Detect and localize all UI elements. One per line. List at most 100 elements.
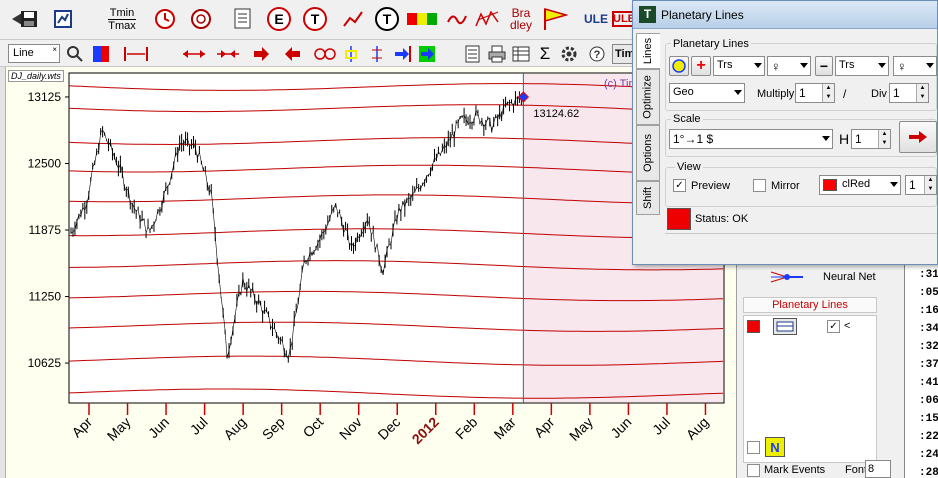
svg-text:T: T [311, 11, 320, 27]
x-tick-label: Aug [683, 414, 712, 443]
objects-list[interactable] [743, 315, 877, 463]
wave-button[interactable] [442, 4, 472, 34]
tab-shift[interactable]: Shift [636, 181, 660, 215]
time-list-item[interactable]: :05 [919, 287, 938, 299]
div-spinner[interactable]: 1 ▲ ▼ [889, 83, 929, 103]
mark-events-checkbox[interactable] [747, 464, 760, 477]
font-size-spinner[interactable]: 8 [865, 460, 891, 478]
planet2-aspect-select[interactable]: ♀ [893, 56, 937, 76]
line-type-combo[interactable]: Line × [8, 44, 60, 63]
print-preview-button[interactable] [462, 43, 484, 65]
multiply-spinner[interactable]: 1 ▲ ▼ [795, 83, 835, 103]
price-chart[interactable]: 13124.62 (c) Tim 13125 12500 11875 11250 10625… [6, 67, 736, 478]
line-width-spinner[interactable]: 1 ▲ ▼ [905, 175, 937, 195]
preview-checkbox[interactable]: ✓ [673, 179, 686, 192]
ephemeris-button[interactable]: E [264, 4, 294, 34]
div-label: Div [871, 88, 887, 100]
x-tick-label: Nov [336, 414, 365, 443]
h-label: H [839, 131, 850, 147]
subtract-button[interactable]: − [815, 56, 833, 76]
time-list[interactable]: :31 :05 :16 :34 :32 :37 :41 :06 :15 :22 :24 :28 [904, 265, 938, 478]
zoom-button[interactable] [64, 43, 86, 65]
zigzag-button[interactable] [472, 4, 502, 34]
trend-button[interactable] [338, 4, 368, 34]
chart-canvas[interactable]: 13124.62(c) Tim1312512500118751125010625… [6, 67, 736, 478]
green-marker-button[interactable] [416, 43, 438, 65]
right-edge-button[interactable] [392, 43, 414, 65]
arrow-right-button[interactable] [250, 43, 272, 65]
time-list-item[interactable]: :15 [919, 413, 938, 425]
time-list-item[interactable]: :22 [919, 431, 938, 443]
inward-arrows-button[interactable] [214, 43, 242, 65]
scale-select[interactable]: 1°→1 $ [669, 129, 833, 149]
horizontal-arrows-button[interactable] [180, 43, 208, 65]
planet-picker-button[interactable] [669, 56, 689, 76]
save-button[interactable] [14, 4, 44, 34]
time-list-item[interactable]: :34 [919, 323, 938, 335]
chart-properties-button[interactable] [48, 4, 78, 34]
bradley-label-bottom: dley [509, 18, 532, 32]
circles-icon [314, 48, 336, 60]
report-button[interactable] [228, 4, 258, 34]
text-tool-button[interactable]: T [372, 4, 402, 34]
mirror-checkbox[interactable] [753, 179, 766, 192]
sum-button[interactable]: Σ [534, 43, 556, 65]
y-tick-label: 10625 [28, 356, 62, 370]
add-button[interactable]: + [691, 56, 711, 76]
h-spinner[interactable]: 1 ▲ ▼ [851, 129, 891, 149]
female-symbol-icon: ♀ [771, 59, 781, 74]
time-list-item[interactable]: :37 [919, 359, 938, 371]
flag-button[interactable] [540, 4, 570, 34]
tab-optimize[interactable]: Optimize [636, 69, 660, 125]
properties-button[interactable] [773, 318, 797, 335]
ule-button[interactable]: ULE [580, 4, 612, 34]
fork-button[interactable] [366, 43, 388, 65]
coordinate-select[interactable]: Geo [669, 83, 745, 103]
help-button[interactable]: ? [586, 43, 608, 65]
apply-arrow-button[interactable] [899, 121, 937, 153]
time-list-item[interactable]: :28 [919, 467, 938, 478]
div-value: 1 [893, 86, 900, 100]
line-color-select[interactable]: clRed [819, 175, 901, 195]
visible-checkbox[interactable]: ✓ [827, 320, 840, 333]
numerology-button[interactable]: N [765, 437, 785, 457]
color-bars-icon [407, 13, 437, 25]
x-tick-label: Aug [220, 414, 249, 443]
bradley-button[interactable]: Bra dley [504, 4, 538, 34]
pitchfork-button[interactable] [340, 43, 362, 65]
tab-lines[interactable]: Lines [636, 33, 660, 69]
item-checkbox[interactable] [747, 441, 760, 454]
vertical-range-button[interactable] [122, 43, 150, 65]
time-button[interactable]: T [300, 4, 330, 34]
planet1-aspect-select[interactable]: ♀ [767, 56, 811, 76]
time-list-item[interactable]: :31 [919, 269, 938, 281]
planet2-select[interactable]: Trs [835, 56, 889, 76]
arrow-left-button[interactable] [282, 43, 304, 65]
circles-button[interactable] [314, 43, 336, 65]
dialog-title-bar[interactable]: T Planetary Lines [633, 1, 937, 29]
table-button[interactable] [510, 43, 532, 65]
time-list-item[interactable]: :24 [919, 449, 938, 461]
font-size-value: 8 [868, 463, 875, 475]
x-tick-label: Jun [145, 414, 172, 441]
x-tick-label: Dec [374, 414, 403, 443]
time-list-item[interactable]: :16 [919, 305, 938, 317]
clock-button[interactable] [150, 4, 180, 34]
tab-options[interactable]: Options [636, 125, 660, 181]
print-button[interactable] [486, 43, 508, 65]
x-tick-label: 2012 [409, 414, 442, 447]
color-split-button[interactable] [90, 43, 112, 65]
status-text: Status: OK [695, 213, 749, 225]
settings-button[interactable] [558, 43, 580, 65]
time-list-item[interactable]: :41 [919, 377, 938, 389]
tmin-tmax-button[interactable]: Tmin Tmax [100, 4, 144, 34]
time-list-item[interactable]: :32 [919, 341, 938, 353]
time-list-item[interactable]: :06 [919, 395, 938, 407]
table-small-icon [776, 321, 794, 332]
line-color-swatch[interactable] [747, 320, 760, 333]
zodiac-wheel-button[interactable] [186, 4, 216, 34]
neural-net-label[interactable]: Neural Net [823, 271, 876, 283]
planet1-select[interactable]: Trs [713, 56, 765, 76]
color-bars-button[interactable] [406, 4, 440, 34]
price-readout: 13124.62 [533, 108, 579, 120]
